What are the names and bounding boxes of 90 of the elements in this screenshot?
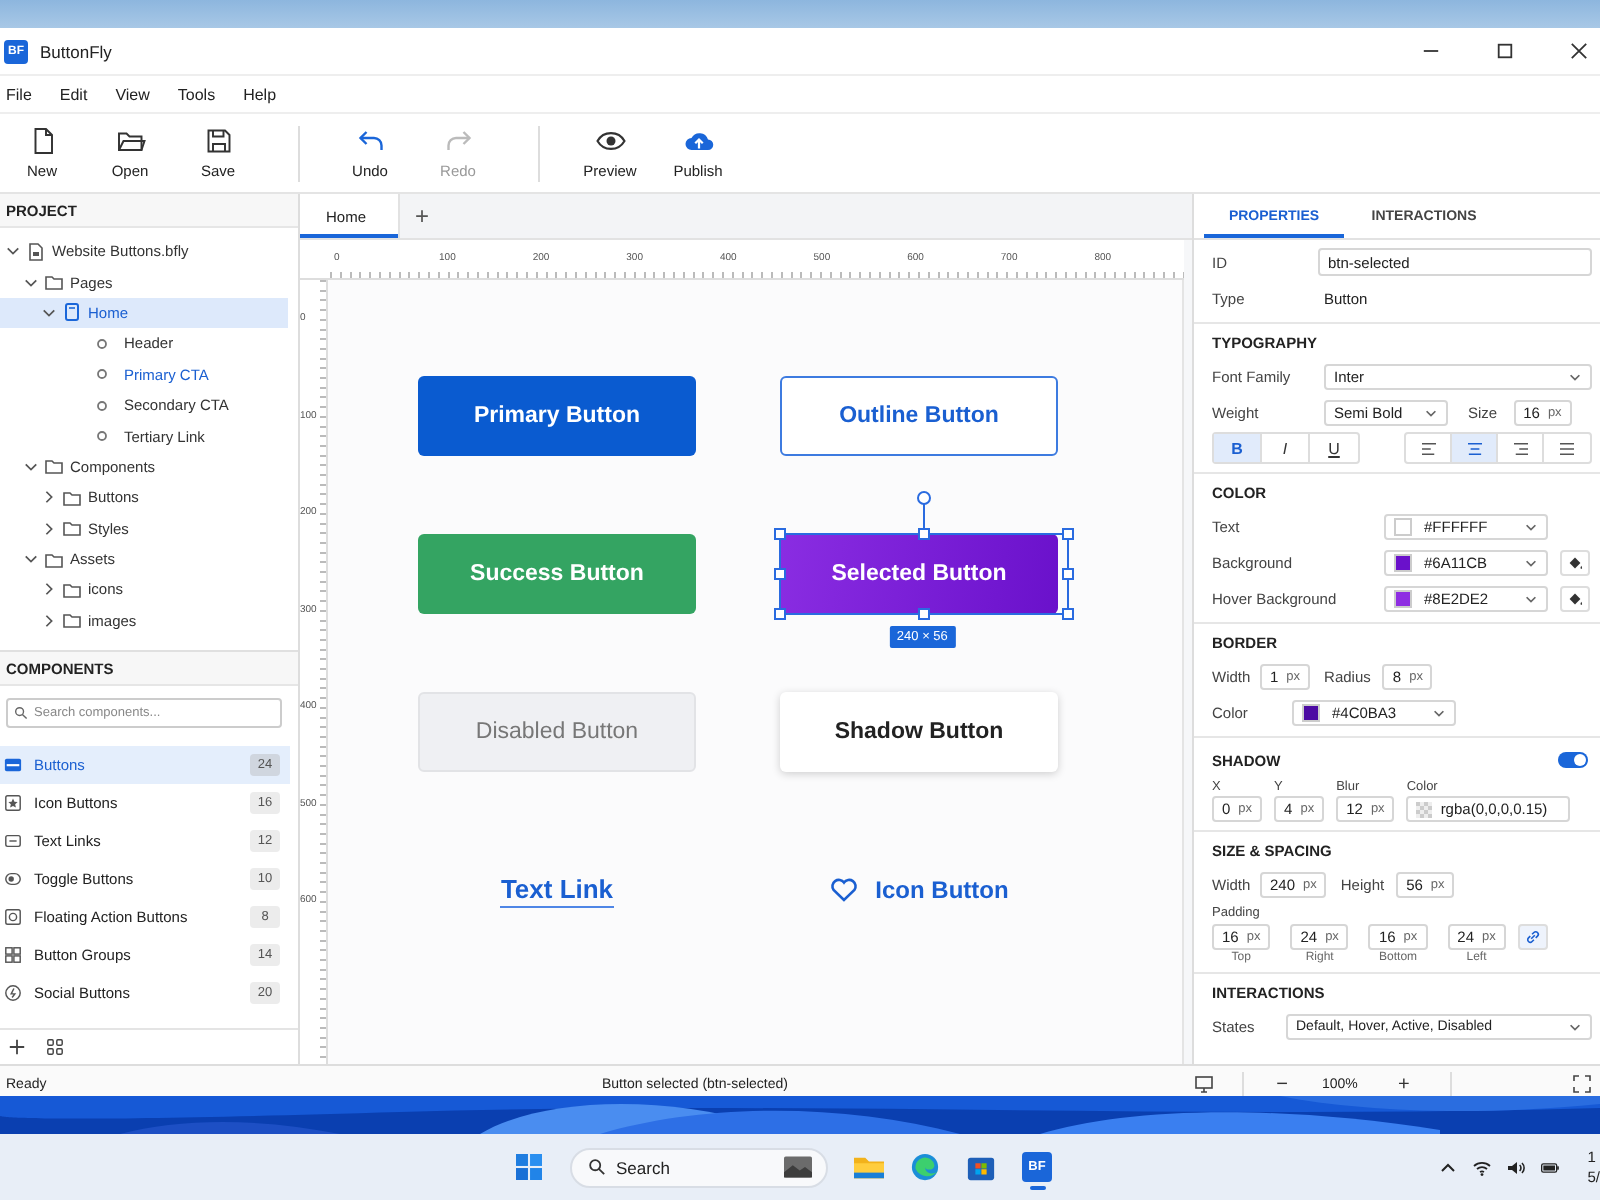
selection-frame[interactable] [774,490,1074,618]
menu-item[interactable]: File [0,85,42,103]
folder-icon [62,579,82,600]
text-link[interactable]: Text Link [500,873,614,907]
toggle-icon [4,870,22,889]
align-center-button[interactable] [1452,434,1498,462]
window-title: ButtonFly [40,41,112,61]
link-square-icon [4,832,22,851]
link-icon [1523,928,1542,946]
redo-icon [443,126,473,156]
chevron-down-icon [1568,369,1582,383]
menu-item[interactable]: Help [237,85,287,103]
text-style-button[interactable]: B [1214,434,1262,462]
menu-item[interactable]: Tools [171,85,226,103]
link-button[interactable] [1517,924,1548,950]
chevron-down-icon[interactable] [24,459,38,474]
folder-icon[interactable] [854,1152,884,1182]
add-icon[interactable] [8,1038,26,1056]
chevron-down-icon [1524,591,1538,605]
store-icon[interactable] [966,1152,996,1182]
grid-icon[interactable] [46,1038,64,1056]
circle-icon [92,333,112,354]
chevron-down-icon [1524,555,1538,569]
align-justify-icon [1558,441,1576,455]
save-icon [203,126,233,156]
chevron-down-icon [1432,705,1446,719]
chevron-right-icon[interactable] [42,613,56,628]
chevron-down-icon [1524,519,1538,533]
chevron-down-icon[interactable] [6,244,20,259]
add-tab-button[interactable]: + [400,194,444,238]
checker-icon [1416,801,1433,817]
fullscreen-icon[interactable] [1572,1074,1592,1094]
heart-icon [829,878,858,902]
close-icon[interactable] [1570,42,1588,60]
file-icon [26,241,46,262]
chevron-down-icon[interactable] [42,305,56,320]
zoom-in-button[interactable]: + [1385,1073,1422,1095]
fill-color-button[interactable] [1560,549,1590,575]
wifi-icon[interactable] [1471,1157,1492,1177]
maximize-icon[interactable] [1496,42,1514,60]
folder-icon [44,549,64,570]
undo-icon [355,126,385,156]
star-square-icon [4,794,22,813]
icon-button[interactable]: Icon Button [829,876,1009,904]
battery-icon[interactable] [1539,1157,1560,1177]
target-square-icon [4,908,22,927]
menu-item[interactable]: View [109,85,160,103]
circle-icon [92,395,112,416]
zoom-out-button[interactable]: − [1264,1073,1300,1095]
chevron-down-icon [1424,405,1438,419]
page-icon [62,302,82,323]
chevron-down-icon [1568,1019,1582,1033]
folder-icon [44,272,64,293]
align-center-icon [1465,441,1483,455]
menu-item[interactable]: Edit [53,85,98,103]
canvas-button[interactable]: Selected Button [780,534,1058,614]
chevron-down-icon[interactable] [24,552,38,567]
chevron-right-icon[interactable] [42,490,56,505]
paint-bucket-icon [1566,553,1584,571]
eye-icon [595,126,625,156]
landscape-icon [784,1156,812,1178]
folder-icon [44,456,64,477]
circle-icon [92,426,112,447]
search-icon [14,706,28,721]
chevron-down-icon[interactable] [24,275,38,290]
volume-icon[interactable] [1505,1157,1526,1177]
canvas-button[interactable]: Shadow Button [780,692,1058,772]
align-right-icon [1511,441,1529,455]
monitor-icon[interactable] [1194,1074,1214,1094]
canvas-button[interactable]: Outline Button [780,376,1058,456]
circle-icon [92,364,112,385]
paint-bucket-icon [1566,589,1584,607]
chevron-right-icon[interactable] [42,521,56,536]
canvas-button[interactable]: Primary Button [418,376,696,456]
folder-icon [62,487,82,508]
toggle-switch[interactable] [1558,752,1588,768]
folder-icon [62,610,82,631]
button-icon [4,756,22,775]
browser-icon[interactable] [910,1152,940,1182]
fill-color-button[interactable] [1560,585,1590,611]
grid-icon [4,946,22,965]
chevron-right-icon[interactable] [42,582,56,597]
align-left-icon [1419,441,1437,455]
taskbar-search-field[interactable]: Search [570,1147,828,1187]
circle-icon [4,984,22,1003]
text-style-button[interactable]: U [1310,434,1358,462]
text-style-button[interactable]: I [1262,434,1310,462]
windows-logo-icon[interactable] [516,1154,542,1180]
search-icon [588,1158,606,1176]
folder-icon [62,518,82,539]
